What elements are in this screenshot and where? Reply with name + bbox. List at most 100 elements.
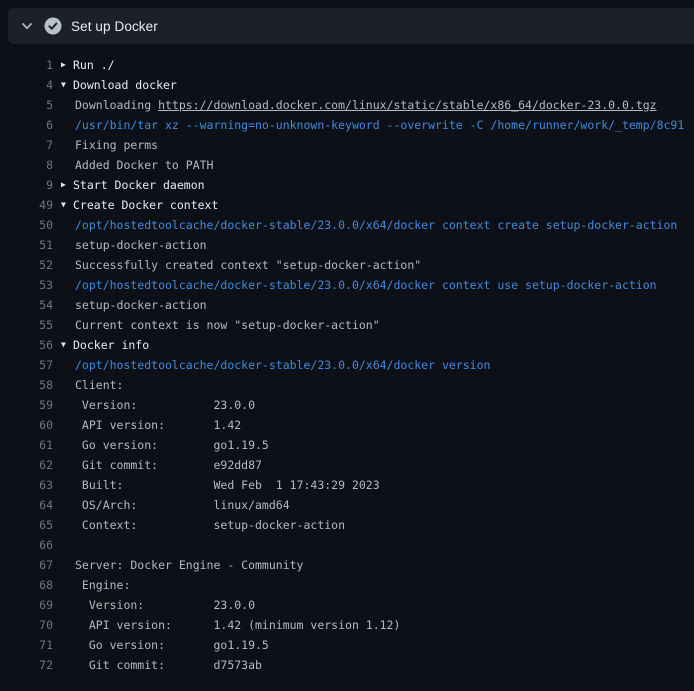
log-text: Successfully created context "setup-dock… [73, 255, 694, 275]
line-number[interactable]: 8 [0, 155, 53, 175]
log-command-text: /usr/bin/tar xz --warning=no-unknown-key… [73, 115, 694, 135]
line-number[interactable]: 58 [0, 375, 53, 395]
caret-right-icon[interactable]: ▶ [53, 55, 73, 75]
line-number[interactable]: 66 [0, 535, 53, 555]
line-number[interactable]: 4 [0, 75, 53, 95]
log-group-title[interactable]: Create Docker context [73, 195, 694, 215]
log-text: Engine: [73, 575, 694, 595]
log-group-title[interactable]: Docker info [73, 335, 694, 355]
log-text: Built: Wed Feb 1 17:43:29 2023 [73, 475, 694, 495]
caret-right-icon[interactable]: ▶ [53, 175, 73, 195]
log-line: 65 Context: setup-docker-action [0, 515, 694, 535]
line-number[interactable]: 51 [0, 235, 53, 255]
line-number[interactable]: 64 [0, 495, 53, 515]
line-number[interactable]: 6 [0, 115, 53, 135]
log-line: 1 ▶ Run ./ [0, 55, 694, 75]
line-number[interactable]: 68 [0, 575, 53, 595]
line-number[interactable]: 49 [0, 195, 53, 215]
log-command-text: /opt/hostedtoolcache/docker-stable/23.0.… [73, 355, 694, 375]
step-header[interactable]: Set up Docker [8, 8, 694, 44]
line-number[interactable]: 7 [0, 135, 53, 155]
line-number[interactable]: 65 [0, 515, 53, 535]
log-text: Client: [73, 375, 694, 395]
line-number[interactable]: 5 [0, 95, 53, 115]
caret-down-icon[interactable]: ▼ [53, 195, 73, 215]
caret-spacer [53, 575, 73, 595]
log-line: 51 setup-docker-action [0, 235, 694, 255]
caret-down-icon[interactable]: ▼ [53, 75, 73, 95]
line-number[interactable]: 71 [0, 635, 53, 655]
log-line: 60 API version: 1.42 [0, 415, 694, 435]
line-number[interactable]: 69 [0, 595, 53, 615]
chevron-down-icon[interactable] [21, 20, 33, 32]
caret-spacer [53, 495, 73, 515]
caret-spacer [53, 615, 73, 635]
log-line: 61 Go version: go1.19.5 [0, 435, 694, 455]
log-line: 66 [0, 535, 694, 555]
line-number[interactable]: 60 [0, 415, 53, 435]
log-line: 56 ▼ Docker info [0, 335, 694, 355]
caret-spacer [53, 435, 73, 455]
line-number[interactable]: 59 [0, 395, 53, 415]
caret-spacer [53, 535, 73, 555]
line-number[interactable]: 55 [0, 315, 53, 335]
log-line: 71 Go version: go1.19.5 [0, 635, 694, 655]
log-text: API version: 1.42 (minimum version 1.12) [73, 615, 694, 635]
log-text: Added Docker to PATH [73, 155, 694, 175]
log-link[interactable]: https://download.docker.com/linux/static… [158, 98, 657, 112]
caret-spacer [53, 135, 73, 155]
line-number[interactable]: 56 [0, 335, 53, 355]
log-line: 54 setup-docker-action [0, 295, 694, 315]
log-text: Version: 23.0.0 [73, 395, 694, 415]
caret-spacer [53, 155, 73, 175]
caret-spacer [53, 475, 73, 495]
log-text: Version: 23.0.0 [73, 595, 694, 615]
log-text: setup-docker-action [73, 295, 694, 315]
caret-spacer [53, 275, 73, 295]
caret-spacer [53, 515, 73, 535]
line-number[interactable]: 70 [0, 615, 53, 635]
line-number[interactable]: 57 [0, 355, 53, 375]
line-number[interactable]: 52 [0, 255, 53, 275]
line-number[interactable]: 61 [0, 435, 53, 455]
caret-spacer [53, 215, 73, 235]
line-number[interactable]: 54 [0, 295, 53, 315]
log-text: Git commit: d7573ab [73, 655, 694, 675]
line-number[interactable]: 67 [0, 555, 53, 575]
log-text: Go version: go1.19.5 [73, 635, 694, 655]
log-group-title[interactable]: Run ./ [73, 55, 694, 75]
log-line: 53 /opt/hostedtoolcache/docker-stable/23… [0, 275, 694, 295]
log-line: 57 /opt/hostedtoolcache/docker-stable/23… [0, 355, 694, 375]
line-number[interactable]: 1 [0, 55, 53, 75]
caret-spacer [53, 255, 73, 275]
log-line: 5 Downloading https://download.docker.co… [0, 95, 694, 115]
log-line: 50 /opt/hostedtoolcache/docker-stable/23… [0, 215, 694, 235]
log-line: 72 Git commit: d7573ab [0, 655, 694, 675]
log-text: Context: setup-docker-action [73, 515, 694, 535]
line-number[interactable]: 53 [0, 275, 53, 295]
log-line: 64 OS/Arch: linux/amd64 [0, 495, 694, 515]
log-text: setup-docker-action [73, 235, 694, 255]
line-number[interactable]: 72 [0, 655, 53, 675]
line-number[interactable]: 50 [0, 215, 53, 235]
log-line: 49 ▼ Create Docker context [0, 195, 694, 215]
caret-spacer [53, 595, 73, 615]
line-number[interactable]: 62 [0, 455, 53, 475]
log-line: 62 Git commit: e92dd87 [0, 455, 694, 475]
line-number[interactable]: 9 [0, 175, 53, 195]
caret-spacer [53, 115, 73, 135]
log-group-title[interactable]: Start Docker daemon [73, 175, 694, 195]
log-line: 7 Fixing perms [0, 135, 694, 155]
log-group-title[interactable]: Download docker [73, 75, 694, 95]
log-line: 9 ▶ Start Docker daemon [0, 175, 694, 195]
caret-spacer [53, 95, 73, 115]
caret-down-icon[interactable]: ▼ [53, 335, 73, 355]
caret-spacer [53, 415, 73, 435]
log-text: Go version: go1.19.5 [73, 435, 694, 455]
caret-spacer [53, 395, 73, 415]
caret-spacer [53, 635, 73, 655]
log-text [73, 535, 694, 555]
log-line: 70 API version: 1.42 (minimum version 1.… [0, 615, 694, 635]
step-title: Set up Docker [71, 19, 158, 34]
line-number[interactable]: 63 [0, 475, 53, 495]
